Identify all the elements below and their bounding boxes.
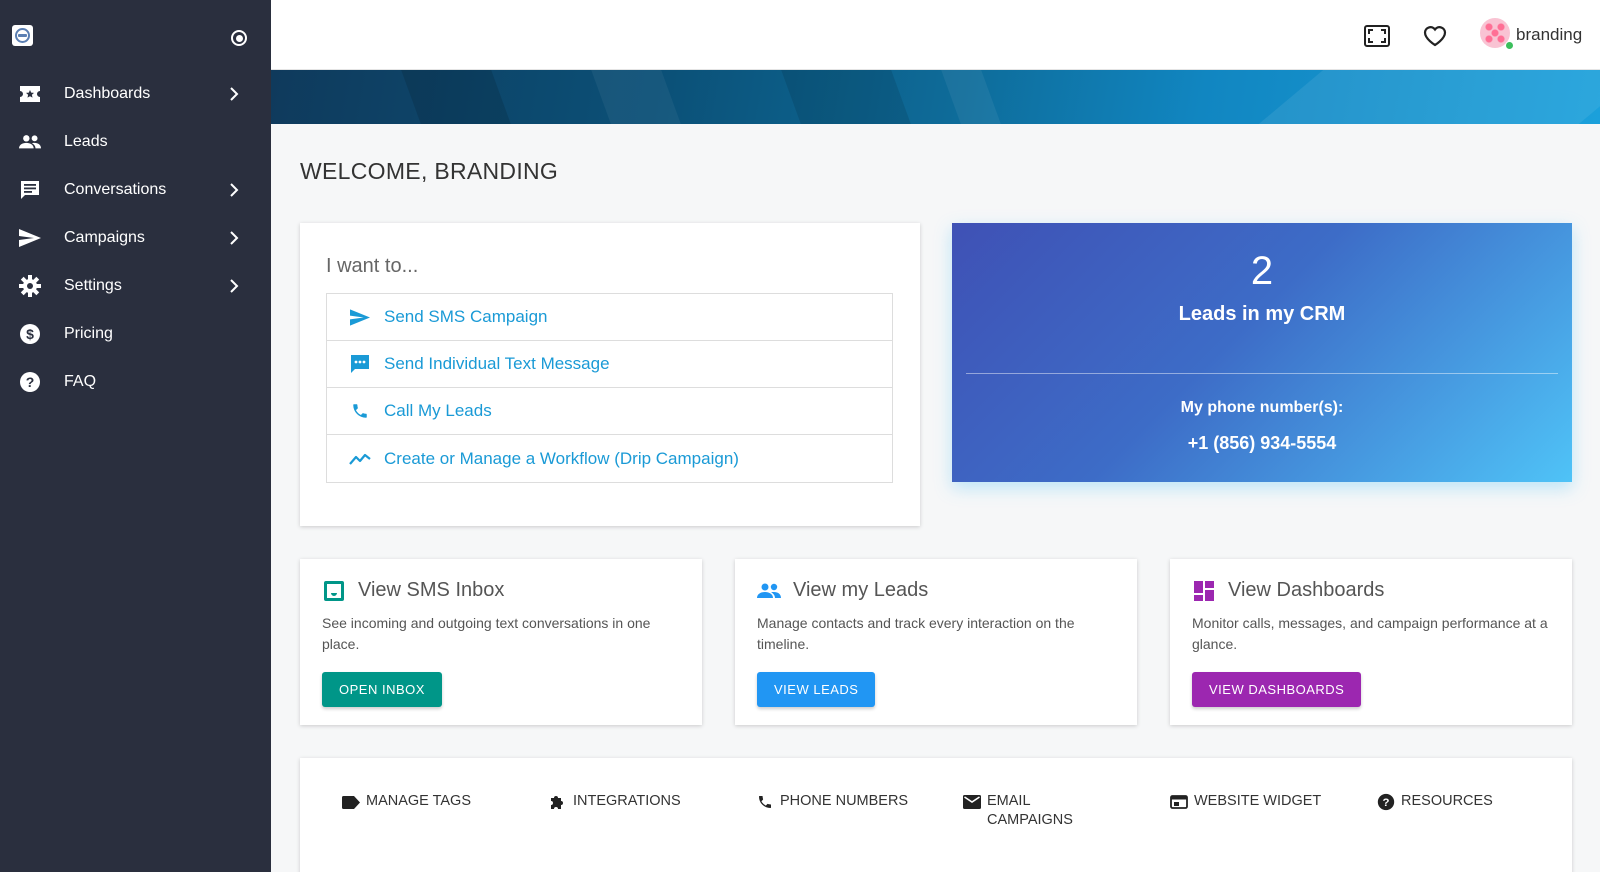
quick-action-label: Send SMS Campaign [384, 307, 548, 326]
svg-text:?: ? [26, 374, 35, 390]
tool-label: INTEGRATIONS [573, 793, 681, 809]
sidebar-item-label: Leads [64, 133, 108, 150]
card-title: View my Leads [793, 579, 929, 601]
phone-number[interactable]: +1 (856) 934-5554 [952, 433, 1572, 454]
ticket-icon [19, 83, 41, 105]
quick-action-label: Call My Leads [384, 401, 492, 420]
tool-integrations[interactable]: INTEGRATIONS [549, 792, 681, 811]
puzzle-icon [549, 793, 567, 811]
sms-icon [349, 353, 371, 375]
divider [966, 373, 1558, 374]
card-description: See incoming and outgoing text conversat… [322, 615, 651, 652]
open-inbox-button[interactable]: OPEN INBOX [322, 672, 442, 707]
people-icon [19, 131, 41, 153]
i-want-to-card: I want to... Send SMS Campaign Send Indi… [300, 223, 920, 526]
sidebar-item-conversations[interactable]: Conversations [0, 166, 271, 214]
help-icon: ? [1377, 793, 1395, 811]
sidebar-item-pricing[interactable]: $ Pricing [0, 310, 271, 358]
tool-label: WEBSITE WIDGET [1194, 793, 1322, 809]
quick-action-send-text-message[interactable]: Send Individual Text Message [327, 341, 892, 388]
chevron-right-icon [227, 231, 241, 245]
chevron-right-icon [227, 279, 241, 293]
sidebar-item-leads[interactable]: Leads [0, 118, 271, 166]
tool-label: RESOURCES [1401, 793, 1493, 809]
chevron-right-icon [227, 87, 241, 101]
svg-text:?: ? [1383, 797, 1390, 809]
tool-resources[interactable]: ? RESOURCES [1377, 792, 1493, 811]
page-title: WELCOME, BRANDING [300, 158, 559, 184]
chevron-right-icon [227, 183, 241, 197]
card-title: View SMS Inbox [358, 579, 505, 601]
send-icon [19, 227, 41, 249]
phone-numbers-label: My phone number(s): [1180, 399, 1344, 416]
tool-label: MANAGE TAGS [366, 793, 472, 809]
i-want-to-title: I want to... [326, 255, 419, 277]
leads-count: 2 [1250, 249, 1274, 293]
quick-action-workflow[interactable]: Create or Manage a Workflow (Drip Campai… [327, 435, 892, 482]
send-icon [349, 306, 371, 328]
quick-actions-list: Send SMS Campaign Send Individual Text M… [326, 293, 893, 483]
heart-icon[interactable] [1422, 23, 1448, 49]
sidebar-item-label: Pricing [64, 325, 113, 342]
sidebar-item-label: Campaigns [64, 229, 145, 246]
sidebar-item-dashboards[interactable]: Dashboards [0, 70, 271, 118]
app-logo[interactable] [12, 25, 33, 46]
sidebar-item-label: Dashboards [64, 85, 151, 102]
quick-action-call-leads[interactable]: Call My Leads [327, 388, 892, 435]
tools-card: MANAGE TAGS INTEGRATIONS PHONE NUMBERS E… [300, 758, 1572, 872]
view-dashboards-button[interactable]: VIEW DASHBOARDS [1192, 672, 1362, 707]
quick-action-send-sms-campaign[interactable]: Send SMS Campaign [327, 294, 892, 341]
email-icon [963, 793, 981, 811]
sidebar-item-campaigns[interactable]: Campaigns [0, 214, 271, 262]
leads-stats-card: 2 Leads in my CRM My phone number(s): +1… [952, 223, 1572, 482]
dashboards-card: View Dashboards Monitor calls, messages,… [1170, 559, 1572, 725]
leads-count-label: Leads in my CRM [1178, 303, 1346, 325]
sms-inbox-card: View SMS Inbox See incoming and outgoing… [300, 559, 702, 725]
header-banner [271, 70, 1600, 124]
gear-icon [19, 275, 41, 297]
tool-phone-numbers[interactable]: PHONE NUMBERS [756, 792, 908, 811]
dashboard-icon [1192, 579, 1216, 603]
tool-email-campaigns[interactable]: EMAIL CAMPAIGNS [963, 792, 1082, 830]
sidebar: Dashboards Leads Conversations Campaigns… [0, 0, 271, 872]
sidebar-pin-toggle-icon[interactable] [231, 30, 247, 46]
inbox-icon [322, 579, 346, 603]
quick-action-label: Create or Manage a Workflow (Drip Campai… [384, 448, 739, 468]
phone-icon [756, 793, 774, 811]
widget-icon [1170, 793, 1188, 811]
view-leads-button[interactable]: VIEW LEADS [757, 672, 876, 707]
people-icon [757, 579, 781, 603]
chat-icon [19, 179, 41, 201]
trending-icon [349, 448, 371, 470]
tool-manage-tags[interactable]: MANAGE TAGS [342, 792, 471, 811]
sidebar-item-faq[interactable]: ? FAQ [0, 358, 271, 406]
help-icon: ? [19, 371, 41, 393]
phone-icon [349, 400, 371, 422]
user-name[interactable]: branding [1516, 25, 1582, 45]
tool-label: EMAIL CAMPAIGNS [987, 793, 1073, 828]
sidebar-item-settings[interactable]: Settings [0, 262, 271, 310]
sidebar-item-label: FAQ [64, 373, 97, 390]
quick-action-label: Send Individual Text Message [384, 354, 610, 373]
top-bar: branding [271, 0, 1600, 70]
sidebar-header [0, 0, 271, 72]
card-description: Monitor calls, messages, and campaign pe… [1192, 615, 1548, 652]
fullscreen-icon[interactable] [1364, 23, 1390, 49]
tool-label: PHONE NUMBERS [780, 793, 909, 809]
svg-text:$: $ [26, 326, 34, 342]
dollar-icon: $ [19, 323, 41, 345]
tag-icon [342, 793, 360, 811]
tool-website-widget[interactable]: WEBSITE WIDGET [1170, 792, 1321, 811]
card-description: Manage contacts and track every interact… [757, 615, 1075, 652]
leads-card: View my Leads Manage contacts and track … [735, 559, 1137, 725]
card-title: View Dashboards [1228, 579, 1385, 601]
sidebar-item-label: Conversations [64, 181, 167, 198]
sidebar-item-label: Settings [64, 277, 122, 294]
online-status-icon [1505, 41, 1514, 50]
